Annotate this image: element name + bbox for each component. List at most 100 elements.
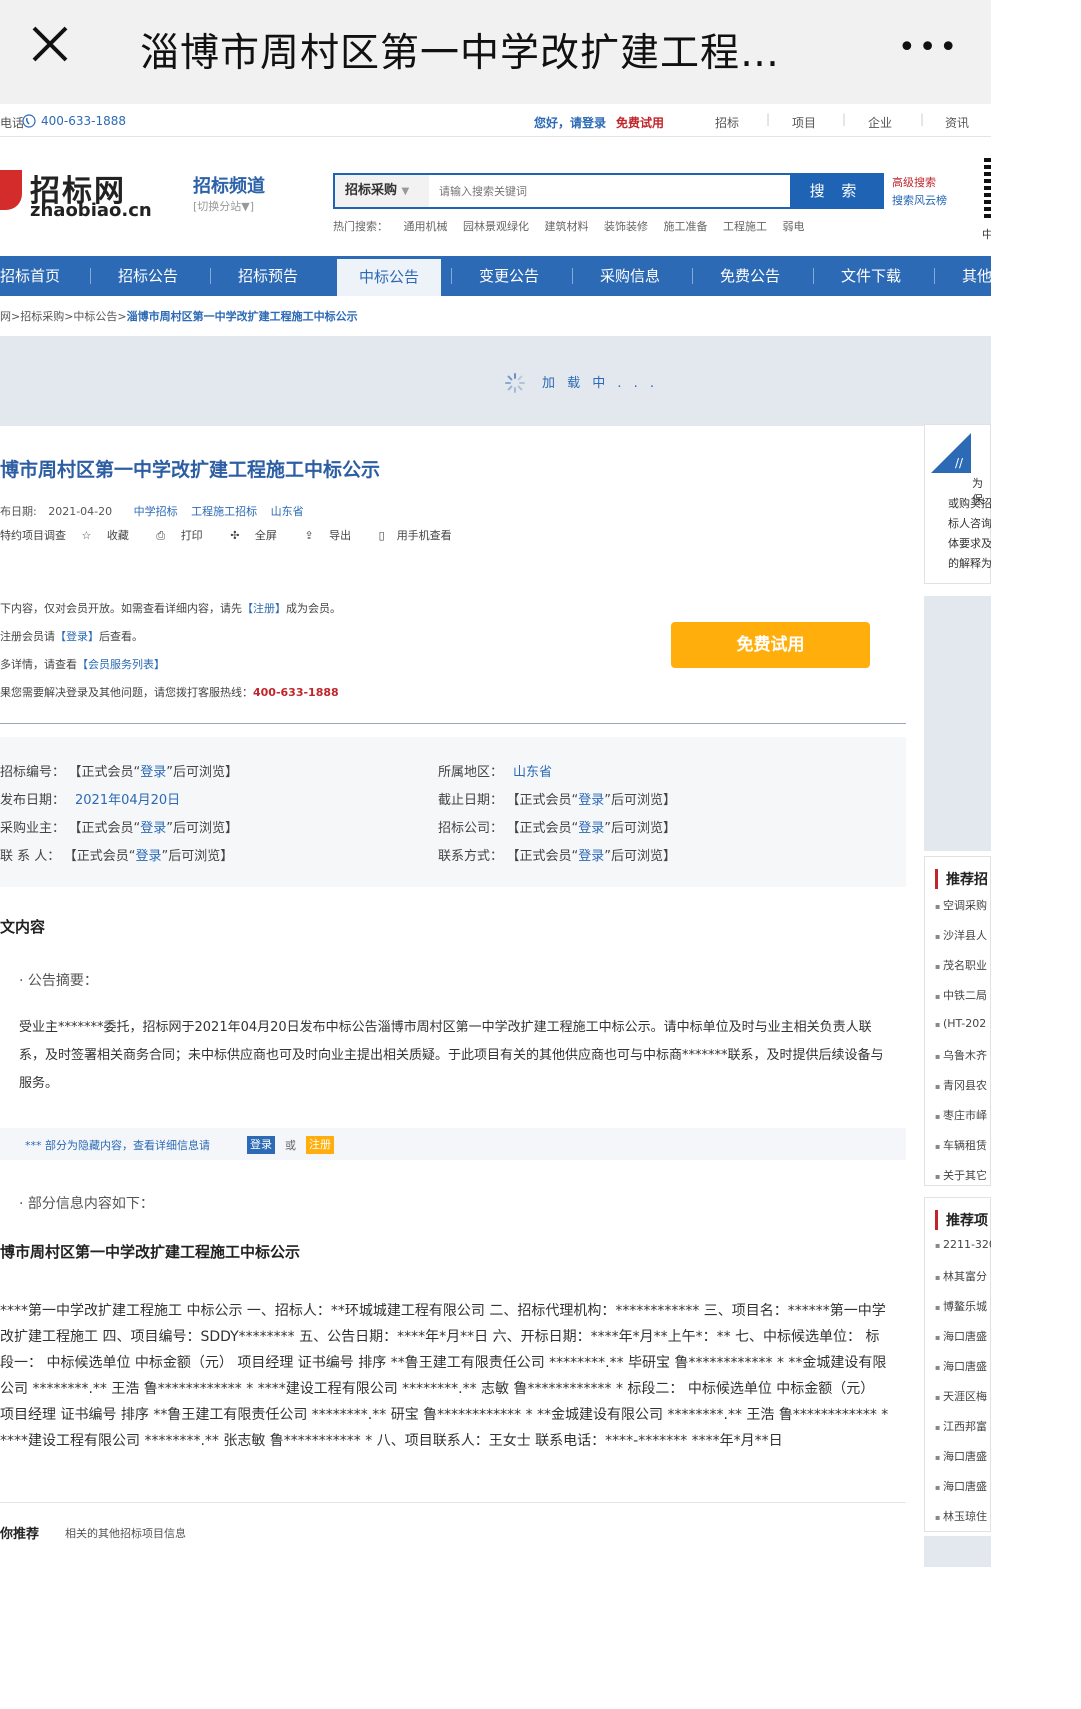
- recommend-project-item[interactable]: 天涯区梅: [935, 1388, 987, 1404]
- close-icon[interactable]: [30, 24, 70, 64]
- login-link[interactable]: 登录: [140, 765, 166, 780]
- recommend-projects-card: 推荐项 2211-320 林其富分 博鳌乐城 海口唐盛 海口唐盛 天涯区梅 江西…: [924, 1197, 991, 1532]
- member-service-link[interactable]: 【会员服务列表】: [77, 658, 165, 671]
- login-link[interactable]: 登录: [136, 849, 162, 864]
- fullscreen-action[interactable]: ✣ 全屏: [230, 529, 289, 542]
- channel-title: 招标频道: [193, 176, 265, 197]
- hot-search-item[interactable]: 通用机械: [404, 220, 448, 233]
- nav-item-award-active[interactable]: 中标公告: [337, 259, 442, 296]
- recommend-project-item[interactable]: 海口唐盛: [935, 1358, 987, 1374]
- hot-search-item[interactable]: 弱电: [783, 220, 805, 233]
- login-link[interactable]: 登录: [578, 849, 604, 864]
- nav-item-download[interactable]: 文件下载: [841, 256, 901, 296]
- more-menu-icon[interactable]: •••: [898, 30, 960, 65]
- nav-item-bid-notice[interactable]: 招标公告: [118, 256, 178, 296]
- tag-link[interactable]: 山东省: [271, 505, 304, 518]
- quote-icon: //: [931, 433, 971, 473]
- top-link-project[interactable]: 项目: [792, 114, 816, 131]
- register-link[interactable]: 【注册】: [242, 602, 286, 615]
- info-publish-date: 发布日期： 2021年04月20日: [0, 793, 181, 808]
- login-link[interactable]: 【登录】: [55, 630, 99, 643]
- divider: |: [766, 112, 771, 126]
- notice-line-1: 下内容，仅对会员开放。如需查看详细内容，请先【注册】成为会员。: [0, 602, 341, 615]
- note-line: 体要求及: [948, 537, 991, 550]
- login-link[interactable]: 登录: [140, 821, 166, 836]
- login-button[interactable]: 登录: [247, 1136, 275, 1154]
- summary-label: · 公告摘要：: [19, 973, 98, 989]
- search-ranking-link[interactable]: 搜索风云榜: [892, 192, 947, 208]
- tag-link[interactable]: 工程施工招标: [191, 505, 257, 518]
- hot-search-item[interactable]: 建筑材料: [545, 220, 589, 233]
- info-region: 所属地区： 山东省: [438, 765, 553, 780]
- recommend-bid-item[interactable]: 中铁二局: [935, 987, 987, 1003]
- recommend-project-item[interactable]: 林其富分: [935, 1268, 987, 1284]
- nav-item-change[interactable]: 变更公告: [479, 256, 539, 296]
- search-category-label: 招标采购: [345, 183, 398, 198]
- recommend-bid-item[interactable]: 关于其它: [935, 1167, 987, 1183]
- recommend-bid-item[interactable]: 空调采购: [935, 897, 987, 913]
- right-sidebar: // 为保 或购买招 标人咨询 体要求及 的解释为 推荐招 空调采购 沙洋县人 …: [924, 424, 991, 1567]
- survey-link[interactable]: 特约项目调查: [0, 529, 66, 542]
- search-button[interactable]: 搜 索: [790, 175, 882, 207]
- hot-search-item[interactable]: 工程施工: [723, 220, 767, 233]
- nav-item-preview[interactable]: 招标预告: [238, 256, 298, 296]
- login-link[interactable]: 登录: [578, 821, 604, 836]
- hot-search-item[interactable]: 园林景观绿化: [463, 220, 529, 233]
- star-icon: ☆: [81, 529, 92, 542]
- recommend-project-item[interactable]: 2211-320: [935, 1238, 991, 1251]
- hotline: 400-633-1888: [253, 686, 339, 699]
- search-input[interactable]: [431, 175, 787, 207]
- qr-code-icon: [984, 158, 991, 218]
- mobile-view-action[interactable]: ▯ 用手机查看: [379, 529, 464, 542]
- info-agency: 招标公司： 【正式会员“登录”后可浏览】: [438, 821, 677, 836]
- recommend-project-item[interactable]: 海口唐盛: [935, 1328, 987, 1344]
- breadcrumb-path[interactable]: 网>招标采购>中标公告>: [0, 310, 127, 323]
- login-link[interactable]: 请登录: [570, 114, 606, 131]
- recommend-project-item[interactable]: 林玉琼住: [935, 1508, 987, 1524]
- hot-search-item[interactable]: 施工准备: [664, 220, 708, 233]
- export-label: 导出: [329, 529, 352, 542]
- recommend-bid-item[interactable]: (HT-202: [935, 1017, 986, 1030]
- tag-link[interactable]: 中学招标: [134, 505, 178, 518]
- login-link[interactable]: 登录: [578, 793, 604, 808]
- hot-search-item[interactable]: 装饰装修: [604, 220, 648, 233]
- recommend-bids-card: 推荐招 空调采购 沙洋县人 茂名职业 中铁二局 (HT-202 乌鲁木齐 青冈县…: [924, 856, 991, 1186]
- recommend-project-item[interactable]: 海口唐盛: [935, 1478, 987, 1494]
- article-meta: 布日期: 2021-04-20 中学招标 工程施工招标 山东省: [0, 503, 304, 519]
- info-contact-method: 联系方式： 【正式会员“登录”后可浏览】: [438, 849, 677, 864]
- free-trial-button[interactable]: 免费试用: [671, 622, 870, 668]
- recommend-bid-item[interactable]: 乌鲁木齐: [935, 1047, 987, 1063]
- nav-item-purchase[interactable]: 采购信息: [600, 256, 660, 296]
- recommend-bid-item[interactable]: 青冈县农: [935, 1077, 987, 1093]
- recommend-project-item[interactable]: 博鳌乐城: [935, 1298, 987, 1314]
- logo-mark-icon: [0, 170, 22, 210]
- nav-item-other[interactable]: 其他: [962, 256, 991, 296]
- recommend-project-item[interactable]: 江西邦富: [935, 1418, 987, 1434]
- print-action[interactable]: ⎙ 打印: [156, 529, 214, 542]
- chevron-down-icon: ▼: [401, 186, 410, 197]
- recommend-project-item[interactable]: 海口唐盛: [935, 1448, 987, 1464]
- region-link[interactable]: 山东省: [513, 765, 552, 780]
- greeting: 您好，: [534, 116, 571, 130]
- favorite-action[interactable]: ☆ 收藏: [82, 529, 141, 542]
- register-button[interactable]: 注册: [306, 1136, 334, 1154]
- advanced-search-link[interactable]: 高级搜索: [892, 174, 936, 190]
- top-link-company[interactable]: 企业: [868, 114, 892, 131]
- recommend-title: 你推荐: [0, 1527, 40, 1542]
- top-link-bid[interactable]: 招标: [715, 114, 739, 131]
- top-link-news[interactable]: 资讯: [945, 114, 969, 131]
- export-action[interactable]: ⇪ 导出: [304, 529, 363, 542]
- recommend-bid-item[interactable]: 车辆租赁: [935, 1137, 987, 1153]
- mobile-view-label: 用手机查看: [396, 529, 452, 542]
- recommend-bid-item[interactable]: 沙洋县人: [935, 927, 987, 943]
- recommend-bid-item[interactable]: 枣庄市峄: [935, 1107, 987, 1123]
- search-category-select[interactable]: 招标采购 ▼: [335, 175, 429, 207]
- nav-divider: [934, 268, 935, 284]
- nav-item-free[interactable]: 免费公告: [720, 256, 780, 296]
- trial-link[interactable]: 免费试用: [616, 114, 664, 131]
- nav-divider: [90, 268, 91, 284]
- hidden-content-bar: *** 部分为隐藏内容，查看详细信息请 登录 或 注册: [0, 1128, 906, 1160]
- recommend-bid-item[interactable]: 茂名职业: [935, 957, 987, 973]
- nav-item-home[interactable]: 招标首页: [0, 256, 60, 296]
- switch-site-link[interactable]: [切换分站▼]: [193, 198, 254, 214]
